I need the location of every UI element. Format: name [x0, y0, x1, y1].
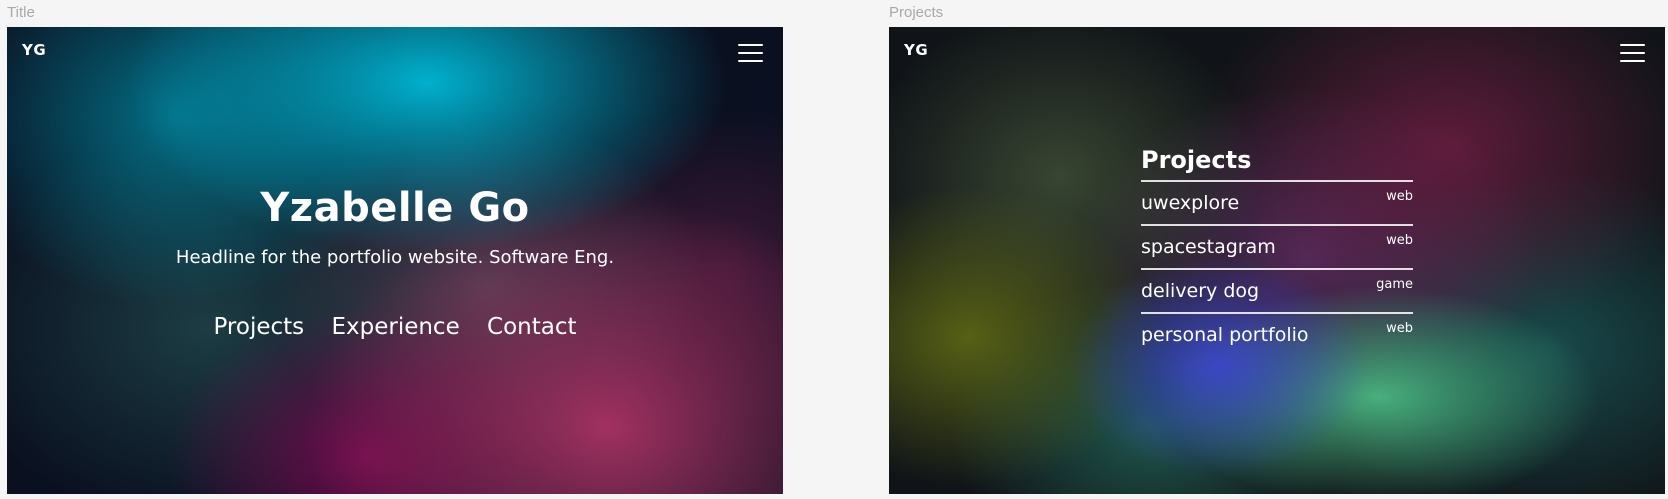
title-frame: YG Yzabelle Go Headline for the portfoli…: [7, 27, 783, 494]
nav-link-projects[interactable]: Projects: [213, 314, 304, 340]
project-name[interactable]: delivery dog: [1141, 280, 1259, 302]
project-item[interactable]: uwexplore web: [1141, 182, 1413, 226]
project-tag: game: [1376, 277, 1413, 292]
logo[interactable]: YG: [22, 41, 46, 59]
logo[interactable]: YG: [904, 41, 928, 59]
project-item[interactable]: spacestagram web: [1141, 226, 1413, 270]
hero-name: Yzabelle Go: [260, 185, 530, 231]
projects-frame: YG Projects uwexplore web spacestagram w…: [889, 27, 1665, 494]
hero-headline: Headline for the portfolio website. Soft…: [175, 247, 615, 268]
nav-link-experience[interactable]: Experience: [331, 314, 459, 340]
projects-list: Projects uwexplore web spacestagram web …: [1141, 146, 1413, 356]
project-item[interactable]: delivery dog game: [1141, 270, 1413, 314]
frame-label-title: Title: [7, 4, 35, 21]
project-name[interactable]: uwexplore: [1141, 192, 1239, 214]
hero-nav: Projects Experience Contact: [7, 314, 783, 340]
project-name[interactable]: personal portfolio: [1141, 324, 1309, 346]
project-tag: web: [1386, 189, 1413, 204]
projects-heading: Projects: [1141, 146, 1413, 182]
nav-link-contact[interactable]: Contact: [487, 314, 576, 340]
hamburger-menu-icon[interactable]: [738, 44, 763, 64]
project-item[interactable]: personal portfolio web: [1141, 314, 1413, 356]
project-tag: web: [1386, 321, 1413, 336]
project-name[interactable]: spacestagram: [1141, 236, 1276, 258]
hamburger-menu-icon[interactable]: [1620, 44, 1645, 64]
frame-label-projects: Projects: [889, 4, 944, 21]
project-tag: web: [1386, 233, 1413, 248]
